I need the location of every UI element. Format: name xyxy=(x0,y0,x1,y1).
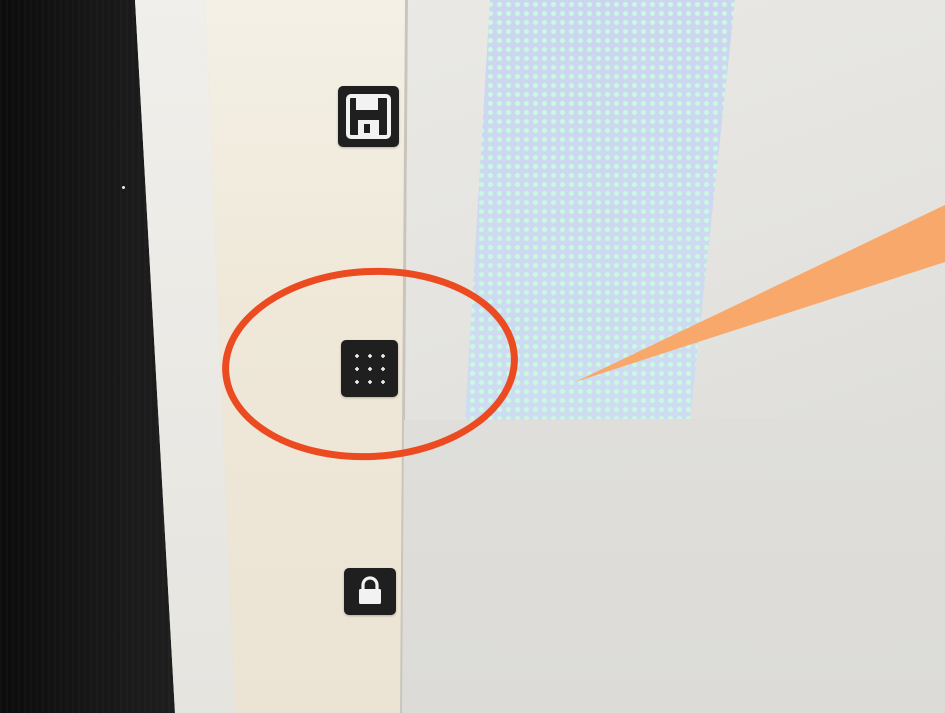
save-button[interactable] xyxy=(338,86,399,147)
photo-of-screen xyxy=(0,0,945,713)
bezel-speck xyxy=(122,186,125,189)
lock-icon xyxy=(359,576,381,604)
floppy-disk-icon xyxy=(346,94,391,139)
lock-button[interactable] xyxy=(344,568,396,615)
